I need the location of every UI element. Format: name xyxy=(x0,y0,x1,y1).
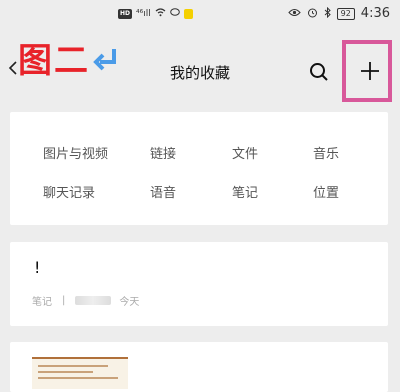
note-meta: 笔记 | 今天 xyxy=(32,293,139,308)
status-left: HD ⁴⁶ıll xyxy=(118,8,194,20)
note-date: 今天 xyxy=(119,297,140,308)
note-type: 笔记 xyxy=(32,297,52,308)
search-icon[interactable] xyxy=(308,61,330,83)
note-title: ! xyxy=(34,258,41,277)
alarm-icon xyxy=(307,7,318,21)
eye-icon xyxy=(287,7,301,20)
category-chat-history[interactable]: 聊天记录 xyxy=(43,182,95,201)
add-icon[interactable] xyxy=(359,60,381,82)
document-thumbnail xyxy=(32,357,128,389)
category-notes[interactable]: 笔记 xyxy=(232,182,258,201)
category-links[interactable]: 链接 xyxy=(150,143,176,162)
note-separator: | xyxy=(62,295,66,306)
category-files[interactable]: 文件 xyxy=(232,143,258,162)
app-badge-icon xyxy=(183,9,194,19)
category-music[interactable]: 音乐 xyxy=(313,143,339,162)
category-grid: 图片与视频 链接 文件 音乐 聊天记录 语音 笔记 位置 xyxy=(10,112,388,225)
battery-icon: 92 xyxy=(336,7,355,20)
page-title: 我的收藏 xyxy=(169,64,230,82)
category-photos-videos[interactable]: 图片与视频 xyxy=(43,143,108,162)
signal-icon: ⁴⁶ıll xyxy=(136,9,151,19)
thumbnail-line xyxy=(38,371,93,373)
category-location[interactable]: 位置 xyxy=(313,182,339,201)
favorite-note-item[interactable]: ! 笔记 | 今天 xyxy=(10,242,388,326)
chat-icon xyxy=(169,8,180,20)
thumbnail-line xyxy=(38,377,118,379)
thumbnail-line xyxy=(38,365,108,367)
bluetooth-icon xyxy=(324,6,331,21)
category-voice[interactable]: 语音 xyxy=(150,182,176,201)
wifi-icon xyxy=(155,8,166,20)
blurred-source xyxy=(75,296,112,305)
hd-badge: HD xyxy=(118,9,133,19)
status-bar: HD ⁴⁶ıll 92 4:36 xyxy=(0,0,400,28)
clock-time: 4:36 xyxy=(360,6,390,21)
status-right: 92 4:36 xyxy=(287,6,390,21)
